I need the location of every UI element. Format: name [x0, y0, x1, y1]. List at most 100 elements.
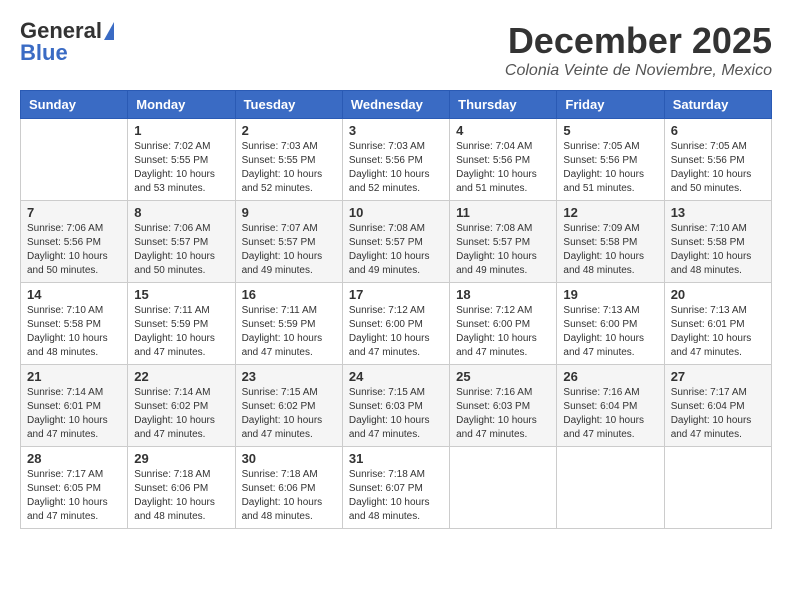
- title-block: December 2025 Colonia Veinte de Noviembr…: [505, 20, 772, 80]
- day-info: Sunrise: 7:07 AM Sunset: 5:57 PM Dayligh…: [242, 222, 336, 278]
- day-number: 26: [563, 369, 657, 384]
- day-info: Sunrise: 7:18 AM Sunset: 6:06 PM Dayligh…: [134, 468, 228, 524]
- day-info: Sunrise: 7:18 AM Sunset: 6:06 PM Dayligh…: [242, 468, 336, 524]
- day-number: 21: [27, 369, 121, 384]
- calendar-cell: 20Sunrise: 7:13 AM Sunset: 6:01 PM Dayli…: [664, 283, 771, 365]
- day-info: Sunrise: 7:16 AM Sunset: 6:04 PM Dayligh…: [563, 386, 657, 442]
- day-info: Sunrise: 7:12 AM Sunset: 6:00 PM Dayligh…: [456, 304, 550, 360]
- calendar-cell: 5Sunrise: 7:05 AM Sunset: 5:56 PM Daylig…: [557, 119, 664, 201]
- day-info: Sunrise: 7:06 AM Sunset: 5:57 PM Dayligh…: [134, 222, 228, 278]
- calendar-cell: 1 Sunrise: 7:02 AM Sunset: 5:55 PM Daylig…: [128, 119, 235, 201]
- day-info: Sunrise: 7:08 AM Sunset: 5:57 PM Dayligh…: [456, 222, 550, 278]
- day-info: Sunrise: 7:04 AM Sunset: 5:56 PM Dayligh…: [456, 140, 550, 196]
- calendar-cell: 11 Sunrise: 7:08 AM Sunset: 5:57 PM Dayli…: [450, 201, 557, 283]
- day-number: 1: [134, 123, 228, 138]
- day-number: 2: [242, 123, 336, 138]
- day-info: Sunrise: 7:08 AM Sunset: 5:57 PM Dayligh…: [349, 222, 443, 278]
- calendar-cell: 19 Sunrise: 7:13 AM Sunset: 6:00 PM Dayli…: [557, 283, 664, 365]
- calendar-cell: 16Sunrise: 7:11 AM Sunset: 5:59 PM Dayli…: [235, 283, 342, 365]
- month-title: December 2025: [505, 20, 772, 62]
- day-number: 18: [456, 287, 550, 302]
- day-number: 4: [456, 123, 550, 138]
- week-row-3: 14 Sunrise: 7:10 AM Sunset: 5:58 PM Dayli…: [21, 283, 772, 365]
- calendar-cell: 23 Sunrise: 7:15 AM Sunset: 6:02 PM Dayli…: [235, 365, 342, 447]
- calendar-cell: 4 Sunrise: 7:04 AM Sunset: 5:56 PM Daylig…: [450, 119, 557, 201]
- calendar-cell: 13 Sunrise: 7:10 AM Sunset: 5:58 PM Dayli…: [664, 201, 771, 283]
- day-info: Sunrise: 7:16 AM Sunset: 6:03 PM Dayligh…: [456, 386, 550, 442]
- calendar-cell: 2 Sunrise: 7:03 AM Sunset: 5:55 PM Daylig…: [235, 119, 342, 201]
- calendar-cell: 14 Sunrise: 7:10 AM Sunset: 5:58 PM Dayli…: [21, 283, 128, 365]
- day-number: 6: [671, 123, 765, 138]
- calendar-cell: 18 Sunrise: 7:12 AM Sunset: 6:00 PM Dayli…: [450, 283, 557, 365]
- day-number: 25: [456, 369, 550, 384]
- day-number: 7: [27, 205, 121, 220]
- calendar-cell: 24 Sunrise: 7:15 AM Sunset: 6:03 PM Dayli…: [342, 365, 449, 447]
- day-number: 31: [349, 451, 443, 466]
- calendar-cell: 26 Sunrise: 7:16 AM Sunset: 6:04 PM Dayli…: [557, 365, 664, 447]
- day-info: Sunrise: 7:05 AM Sunset: 5:56 PM Dayligh…: [671, 140, 765, 196]
- day-number: 22: [134, 369, 228, 384]
- day-number: 23: [242, 369, 336, 384]
- day-number: 9: [242, 205, 336, 220]
- calendar-cell: 3Sunrise: 7:03 AM Sunset: 5:56 PM Daylig…: [342, 119, 449, 201]
- calendar-cell: [664, 447, 771, 529]
- day-info: Sunrise: 7:14 AM Sunset: 6:02 PM Dayligh…: [134, 386, 228, 442]
- day-number: 8: [134, 205, 228, 220]
- day-info: Sunrise: 7:11 AM Sunset: 5:59 PM Dayligh…: [134, 304, 228, 360]
- week-row-1: 1 Sunrise: 7:02 AM Sunset: 5:55 PM Daylig…: [21, 119, 772, 201]
- calendar-cell: [557, 447, 664, 529]
- day-number: 14: [27, 287, 121, 302]
- day-info: Sunrise: 7:03 AM Sunset: 5:55 PM Dayligh…: [242, 140, 336, 196]
- calendar-cell: 21 Sunrise: 7:14 AM Sunset: 6:01 PM Dayli…: [21, 365, 128, 447]
- page-header: General Blue December 2025 Colonia Veint…: [20, 20, 772, 80]
- day-number: 24: [349, 369, 443, 384]
- day-info: Sunrise: 7:14 AM Sunset: 6:01 PM Dayligh…: [27, 386, 121, 442]
- day-number: 19: [563, 287, 657, 302]
- day-info: Sunrise: 7:05 AM Sunset: 5:56 PM Dayligh…: [563, 140, 657, 196]
- calendar-cell: 12 Sunrise: 7:09 AM Sunset: 5:58 PM Dayli…: [557, 201, 664, 283]
- day-number: 11: [456, 205, 550, 220]
- day-info: Sunrise: 7:13 AM Sunset: 6:00 PM Dayligh…: [563, 304, 657, 360]
- calendar-table: SundayMondayTuesdayWednesdayThursdayFrid…: [20, 90, 772, 529]
- calendar-cell: 9 Sunrise: 7:07 AM Sunset: 5:57 PM Daylig…: [235, 201, 342, 283]
- day-number: 30: [242, 451, 336, 466]
- weekday-header-sunday: Sunday: [21, 91, 128, 119]
- day-info: Sunrise: 7:12 AM Sunset: 6:00 PM Dayligh…: [349, 304, 443, 360]
- calendar-cell: 29Sunrise: 7:18 AM Sunset: 6:06 PM Dayli…: [128, 447, 235, 529]
- day-number: 12: [563, 205, 657, 220]
- weekday-header-tuesday: Tuesday: [235, 91, 342, 119]
- day-number: 13: [671, 205, 765, 220]
- calendar-cell: 10Sunrise: 7:08 AM Sunset: 5:57 PM Dayli…: [342, 201, 449, 283]
- day-info: Sunrise: 7:17 AM Sunset: 6:04 PM Dayligh…: [671, 386, 765, 442]
- logo-blue-text: Blue: [20, 42, 68, 64]
- weekday-header-friday: Friday: [557, 91, 664, 119]
- day-number: 3: [349, 123, 443, 138]
- calendar-cell: 17 Sunrise: 7:12 AM Sunset: 6:00 PM Dayli…: [342, 283, 449, 365]
- calendar-cell: 25 Sunrise: 7:16 AM Sunset: 6:03 PM Dayli…: [450, 365, 557, 447]
- day-info: Sunrise: 7:09 AM Sunset: 5:58 PM Dayligh…: [563, 222, 657, 278]
- day-info: Sunrise: 7:10 AM Sunset: 5:58 PM Dayligh…: [27, 304, 121, 360]
- calendar-cell: 7 Sunrise: 7:06 AM Sunset: 5:56 PM Daylig…: [21, 201, 128, 283]
- day-info: Sunrise: 7:06 AM Sunset: 5:56 PM Dayligh…: [27, 222, 121, 278]
- day-info: Sunrise: 7:17 AM Sunset: 6:05 PM Dayligh…: [27, 468, 121, 524]
- day-info: Sunrise: 7:15 AM Sunset: 6:03 PM Dayligh…: [349, 386, 443, 442]
- weekday-header-thursday: Thursday: [450, 91, 557, 119]
- location-title: Colonia Veinte de Noviembre, Mexico: [505, 62, 772, 80]
- day-info: Sunrise: 7:02 AM Sunset: 5:55 PM Dayligh…: [134, 140, 228, 196]
- day-info: Sunrise: 7:10 AM Sunset: 5:58 PM Dayligh…: [671, 222, 765, 278]
- weekday-header-monday: Monday: [128, 91, 235, 119]
- week-row-5: 28Sunrise: 7:17 AM Sunset: 6:05 PM Dayli…: [21, 447, 772, 529]
- day-number: 15: [134, 287, 228, 302]
- day-info: Sunrise: 7:11 AM Sunset: 5:59 PM Dayligh…: [242, 304, 336, 360]
- calendar-cell: [450, 447, 557, 529]
- calendar-cell: 15 Sunrise: 7:11 AM Sunset: 5:59 PM Dayli…: [128, 283, 235, 365]
- calendar-cell: 8 Sunrise: 7:06 AM Sunset: 5:57 PM Daylig…: [128, 201, 235, 283]
- calendar-cell: 6 Sunrise: 7:05 AM Sunset: 5:56 PM Daylig…: [664, 119, 771, 201]
- logo-general-text: General: [20, 20, 102, 42]
- calendar-cell: [21, 119, 128, 201]
- day-info: Sunrise: 7:15 AM Sunset: 6:02 PM Dayligh…: [242, 386, 336, 442]
- day-info: Sunrise: 7:13 AM Sunset: 6:01 PM Dayligh…: [671, 304, 765, 360]
- week-row-2: 7 Sunrise: 7:06 AM Sunset: 5:56 PM Daylig…: [21, 201, 772, 283]
- day-number: 17: [349, 287, 443, 302]
- day-number: 27: [671, 369, 765, 384]
